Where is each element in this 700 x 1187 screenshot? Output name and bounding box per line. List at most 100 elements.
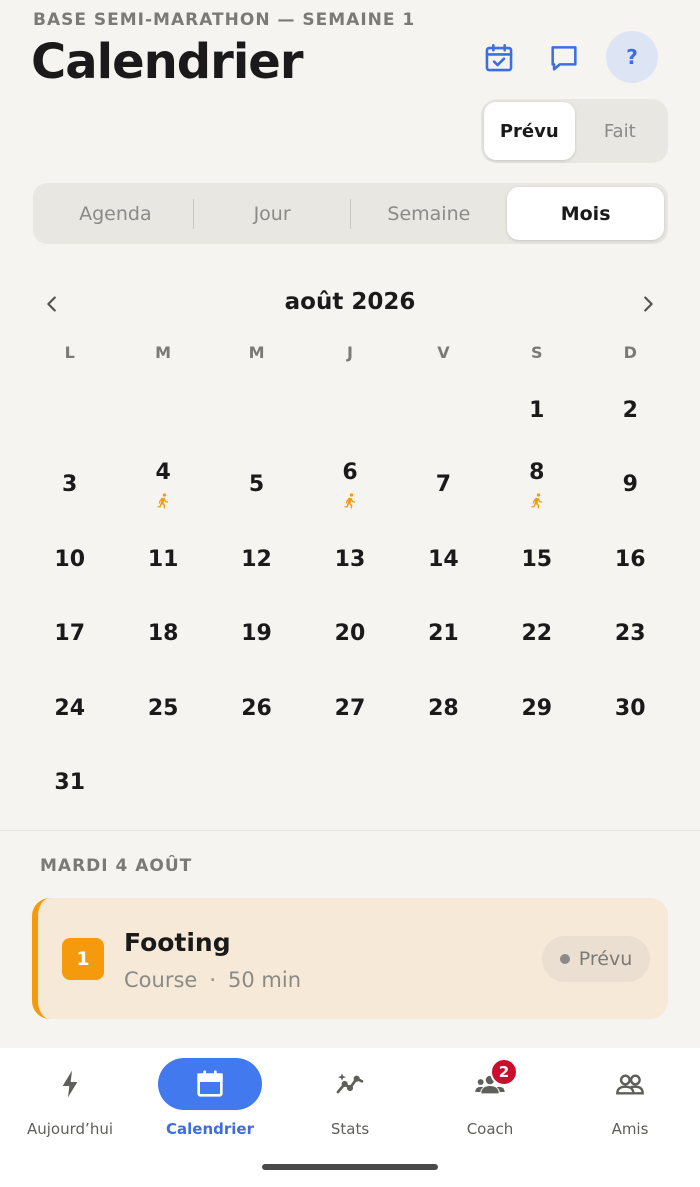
home-indicator[interactable]: [262, 1164, 438, 1170]
calendar-day[interactable]: 6: [303, 448, 396, 523]
calendar-day[interactable]: 16: [584, 522, 677, 597]
day-number: 30: [614, 695, 646, 721]
status-badge: Prévu: [542, 936, 650, 982]
day-number: 15: [521, 546, 553, 572]
day-number: 13: [334, 546, 366, 572]
weekday-label: D: [623, 343, 637, 362]
day-number: 26: [241, 695, 272, 721]
status-dot: [559, 954, 570, 964]
workout-meta: Course · 50 min: [124, 968, 301, 992]
day-number: 3: [62, 472, 78, 498]
day-number: 12: [241, 546, 272, 572]
calendar-day[interactable]: 21: [397, 597, 490, 672]
calendar-empty-cell: [210, 746, 303, 821]
selected-day-label: MARDI 4 AOÛT: [40, 856, 193, 876]
calendar-check-icon[interactable]: [481, 40, 517, 76]
calendar-day[interactable]: 10: [23, 522, 116, 597]
chat-icon[interactable]: [546, 40, 582, 76]
calendar-week: 31: [23, 746, 677, 821]
calendar-empty-cell: [303, 373, 396, 448]
day-number: 5: [248, 472, 265, 498]
calendar-day[interactable]: 22: [490, 597, 583, 672]
calendar-day[interactable]: 2: [584, 373, 677, 448]
tab-month[interactable]: Mois: [507, 187, 664, 240]
calendar-day[interactable]: 26: [210, 671, 303, 746]
meta-separator: ·: [209, 968, 217, 992]
calendar-day[interactable]: 14: [397, 522, 490, 597]
nav-label: Calendrier: [166, 1120, 254, 1138]
day-number: 27: [334, 695, 366, 721]
day-number: 6: [342, 460, 358, 486]
workout-number: 1: [62, 938, 104, 980]
calendar-empty-cell: [490, 746, 583, 821]
bolt-icon: [62, 1070, 78, 1098]
calendar-day[interactable]: 17: [23, 597, 116, 672]
nav-today[interactable]: Aujourd’hui: [0, 1048, 140, 1148]
calendar-day[interactable]: 18: [116, 597, 209, 672]
status-toggle: Prévu Fait: [481, 99, 668, 163]
nav-label: Coach: [466, 1120, 514, 1138]
day-number: 31: [54, 770, 86, 796]
calendar-week: 10 11 12 13 14 15 16: [23, 522, 677, 597]
nav-stats[interactable]: Stats: [280, 1048, 420, 1148]
calendar-empty-cell: [303, 746, 396, 821]
tab-agenda[interactable]: Agenda: [37, 187, 194, 240]
stats-icon: [336, 1073, 364, 1094]
day-number: 28: [428, 695, 459, 721]
toggle-planned[interactable]: Prévu: [484, 102, 575, 160]
nav-calendar[interactable]: Calendrier: [140, 1048, 280, 1148]
divider: [0, 830, 700, 831]
calendar-day[interactable]: 24: [23, 671, 116, 746]
weekday-label: M: [248, 343, 265, 362]
next-month-button[interactable]: [633, 289, 663, 319]
tab-day[interactable]: Jour: [194, 187, 351, 240]
workout-card[interactable]: 1 Footing Course · 50 min Prévu: [32, 898, 668, 1019]
nav-friends[interactable]: Amis: [560, 1048, 700, 1148]
header: BASE SEMI-MARATHON — SEMAINE 1 Calendrie…: [0, 0, 700, 180]
day-number: 29: [521, 695, 553, 721]
calendar-day[interactable]: 23: [584, 597, 677, 672]
calendar-day[interactable]: 15: [490, 522, 583, 597]
calendar-day[interactable]: 7: [397, 448, 490, 523]
calendar-day[interactable]: 20: [303, 597, 396, 672]
calendar-day[interactable]: 25: [116, 671, 209, 746]
tab-week[interactable]: Semaine: [351, 187, 508, 240]
view-tabs: Agenda Jour Semaine Mois: [33, 183, 668, 244]
day-number: 17: [54, 621, 86, 647]
help-button[interactable]: ?: [606, 31, 658, 83]
calendar-day[interactable]: 4: [116, 448, 209, 523]
calendar-day[interactable]: 8: [490, 448, 583, 523]
day-number: 24: [54, 695, 86, 721]
calendar-day[interactable]: 30: [584, 671, 677, 746]
calendar-day[interactable]: 9: [584, 448, 677, 523]
day-number: 11: [147, 546, 179, 572]
page-title: Calendrier: [31, 34, 304, 90]
calendar-empty-cell: [210, 373, 303, 448]
weekday-label: M: [155, 343, 172, 362]
running-icon: [154, 491, 172, 509]
calendar-day[interactable]: 11: [116, 522, 209, 597]
day-number: 1: [529, 397, 545, 423]
month-label: août 2026: [284, 289, 416, 315]
calendar-day[interactable]: 5: [210, 448, 303, 523]
calendar-day[interactable]: 1: [490, 373, 583, 448]
calendar-day[interactable]: 3: [23, 448, 116, 523]
calendar-day[interactable]: 19: [210, 597, 303, 672]
calendar-empty-cell: [584, 746, 677, 821]
calendar-day[interactable]: 28: [397, 671, 490, 746]
calendar-day[interactable]: 27: [303, 671, 396, 746]
nav-label: Aujourd’hui: [27, 1120, 113, 1138]
nav-coach[interactable]: Coach: [420, 1048, 560, 1148]
calendar-day[interactable]: 12: [210, 522, 303, 597]
weekday-label: J: [347, 343, 353, 362]
calendar-day[interactable]: 29: [490, 671, 583, 746]
calendar-day[interactable]: 13: [303, 522, 396, 597]
day-number: 25: [147, 695, 179, 721]
calendar-day[interactable]: 31: [23, 746, 116, 821]
toggle-done[interactable]: Fait: [575, 102, 666, 160]
weekday-header: L M M J V S D: [23, 343, 677, 362]
day-number: 20: [334, 621, 366, 647]
calendar-week: 17 18 19 20 21 22 23: [23, 597, 677, 672]
day-number: 19: [241, 621, 272, 647]
running-icon: [528, 491, 546, 509]
